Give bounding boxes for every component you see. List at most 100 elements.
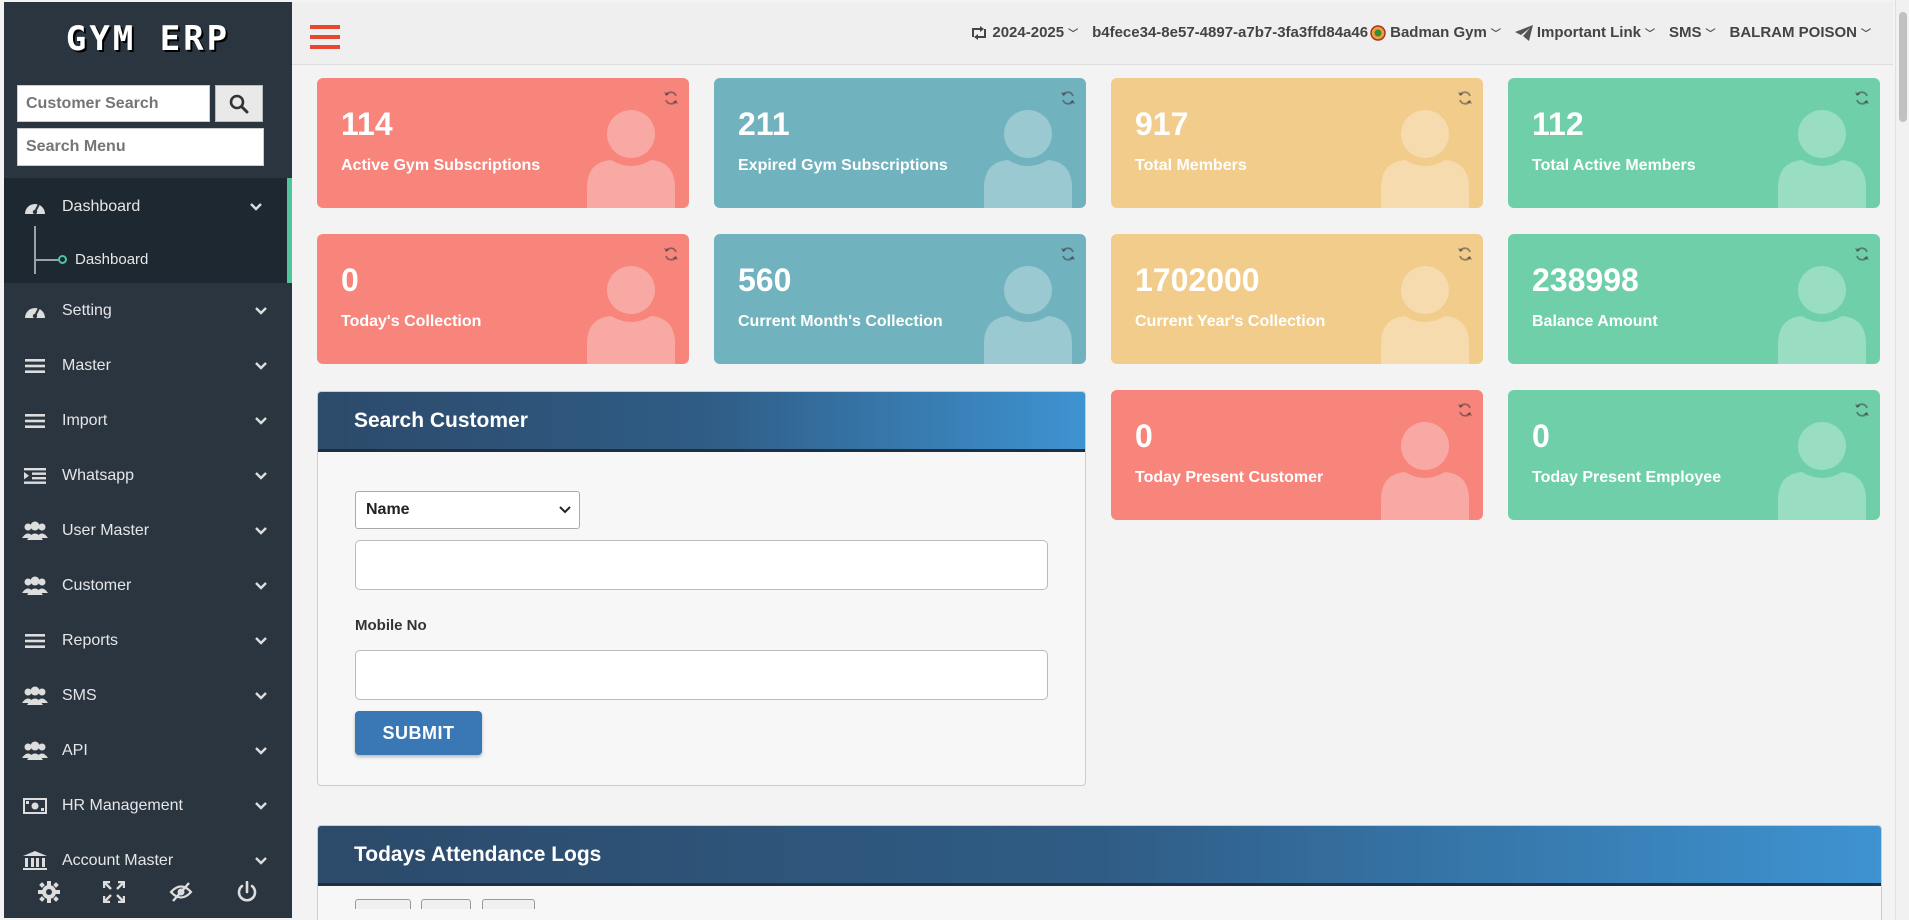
stat-card-expired-subscriptions[interactable]: 211 Expired Gym Subscriptions <box>714 78 1086 208</box>
top-navbar: 2024-2025 ﹀ b4fece34-8e57-4897-a7b7-3fa3… <box>292 2 1893 65</box>
stat-label: Balance Amount <box>1532 313 1658 330</box>
sidebar-item-label: Reports <box>62 631 119 649</box>
stat-label: Today's Collection <box>341 313 482 330</box>
gear-icon[interactable] <box>37 880 60 908</box>
search-type-select[interactable]: Name <box>355 491 580 529</box>
chevron-down-icon <box>255 801 267 810</box>
sidebar-item-setting[interactable]: Setting <box>4 283 292 338</box>
page-scrollbar[interactable] <box>1895 0 1909 920</box>
sidebar: GYM ERP Dashboard Dashboard <box>4 2 292 918</box>
sidebar-item-label: Customer <box>62 576 132 594</box>
refresh-icon[interactable] <box>1457 402 1473 418</box>
sidebar-item-whatsapp[interactable]: Whatsapp <box>4 448 292 503</box>
paper-plane-icon <box>1514 24 1533 41</box>
chevron-down-icon: ﹀ <box>1490 29 1501 40</box>
sidebar-item-master[interactable]: Master <box>4 338 292 393</box>
stat-value: 0 <box>341 262 359 298</box>
hamburger-menu-icon[interactable] <box>310 24 340 55</box>
money-icon <box>22 796 48 816</box>
sidebar-subitem-dashboard[interactable]: Dashboard <box>4 226 287 283</box>
sidebar-footer <box>4 870 292 918</box>
stat-card-current-month-collection[interactable]: 560 Current Month's Collection <box>714 234 1086 364</box>
retweet-icon <box>972 25 987 40</box>
financial-year-label: 2024-2025 <box>992 24 1065 41</box>
sidebar-item-user-master[interactable]: User Master <box>4 503 292 558</box>
gym-dropdown[interactable]: Badman Gym ﹀ <box>1370 24 1501 41</box>
user-icon <box>984 110 1072 208</box>
stat-label: Expired Gym Subscriptions <box>738 157 948 174</box>
mobile-no-input[interactable] <box>355 650 1048 700</box>
export-button[interactable] <box>355 899 411 909</box>
search-customer-title: Search Customer <box>318 392 1085 452</box>
search-value-input[interactable] <box>355 540 1048 590</box>
user-name: BALRAM POISON <box>1729 24 1858 41</box>
stat-value: 211 <box>738 106 790 142</box>
user-icon <box>587 266 675 364</box>
eye-slash-icon[interactable] <box>169 881 193 908</box>
refresh-icon[interactable] <box>1854 90 1870 106</box>
export-button[interactable] <box>421 899 471 909</box>
sidebar-item-hr-management[interactable]: HR Management <box>4 778 292 833</box>
user-icon <box>1381 110 1469 208</box>
chevron-down-icon: ﹀ <box>1068 29 1079 40</box>
refresh-icon[interactable] <box>663 246 679 262</box>
sidebar-item-dashboard[interactable]: Dashboard <box>4 178 287 236</box>
refresh-icon[interactable] <box>1457 90 1473 106</box>
mobile-no-label: Mobile No <box>355 617 427 634</box>
sidebar-item-api[interactable]: API <box>4 723 292 778</box>
stat-card-current-year-collection[interactable]: 1702000 Current Year's Collection <box>1111 234 1483 364</box>
stat-card-today-present-employee[interactable]: 0 Today Present Employee <box>1508 390 1880 520</box>
user-icon <box>1381 422 1469 520</box>
chevron-down-icon <box>255 361 267 370</box>
customer-search-button[interactable] <box>215 85 263 122</box>
refresh-icon[interactable] <box>1457 246 1473 262</box>
stat-value: 560 <box>738 262 792 298</box>
stat-card-todays-collection[interactable]: 0 Today's Collection <box>317 234 689 364</box>
sidebar-item-reports[interactable]: Reports <box>4 613 292 668</box>
stat-label: Active Gym Subscriptions <box>341 157 541 174</box>
gym-label: Badman Gym <box>1390 24 1487 41</box>
power-icon[interactable] <box>236 880 258 908</box>
refresh-icon[interactable] <box>1060 246 1076 262</box>
app-logo: GYM ERP <box>65 19 231 59</box>
sms-dropdown[interactable]: SMS ﹀ <box>1669 24 1716 41</box>
scrollbar-thumb[interactable] <box>1899 12 1907 122</box>
user-icon <box>1778 422 1866 520</box>
important-link-dropdown[interactable]: Important Link ﹀ <box>1514 24 1655 41</box>
chevron-down-icon <box>559 506 571 514</box>
stat-card-total-members[interactable]: 917 Total Members <box>1111 78 1483 208</box>
sidebar-item-label: Account Master <box>62 851 174 869</box>
sidebar-item-sms[interactable]: SMS <box>4 668 292 723</box>
search-icon <box>229 94 249 113</box>
stat-card-active-subscriptions[interactable]: 114 Active Gym Subscriptions <box>317 78 689 208</box>
dashboard-icon <box>22 197 48 217</box>
refresh-icon[interactable] <box>1854 246 1870 262</box>
menu-search-input[interactable] <box>17 128 264 166</box>
stat-card-total-active-members[interactable]: 112 Total Active Members <box>1508 78 1880 208</box>
chevron-down-icon <box>250 203 262 211</box>
refresh-icon[interactable] <box>663 90 679 106</box>
list-icon <box>22 631 48 651</box>
financial-year-dropdown[interactable]: 2024-2025 ﹀ <box>970 24 1078 41</box>
chevron-down-icon: ﹀ <box>1861 29 1871 40</box>
sidebar-item-label: Setting <box>62 301 112 319</box>
stat-value: 917 <box>1135 106 1189 142</box>
fullscreen-icon[interactable] <box>103 880 126 908</box>
sidebar-item-import[interactable]: Import <box>4 393 292 448</box>
users-icon <box>22 521 48 541</box>
submit-button[interactable]: SUBMIT <box>355 711 482 755</box>
chevron-down-icon <box>255 471 267 480</box>
customer-search-input[interactable] <box>17 85 210 122</box>
stat-card-today-present-customer[interactable]: 0 Today Present Customer <box>1111 390 1483 520</box>
chevron-down-icon <box>255 306 267 315</box>
export-button[interactable] <box>482 899 535 909</box>
users-icon <box>22 686 48 706</box>
chevron-down-icon: ﹀ <box>1705 29 1716 40</box>
tree-line <box>34 226 36 274</box>
refresh-icon[interactable] <box>1060 90 1076 106</box>
user-dropdown[interactable]: BALRAM POISON ﹀ <box>1730 24 1872 41</box>
refresh-icon[interactable] <box>1854 402 1870 418</box>
stat-card-balance-amount[interactable]: 238998 Balance Amount <box>1508 234 1880 364</box>
sidebar-item-customer[interactable]: Customer <box>4 558 292 613</box>
sidebar-item-label: API <box>62 741 88 759</box>
